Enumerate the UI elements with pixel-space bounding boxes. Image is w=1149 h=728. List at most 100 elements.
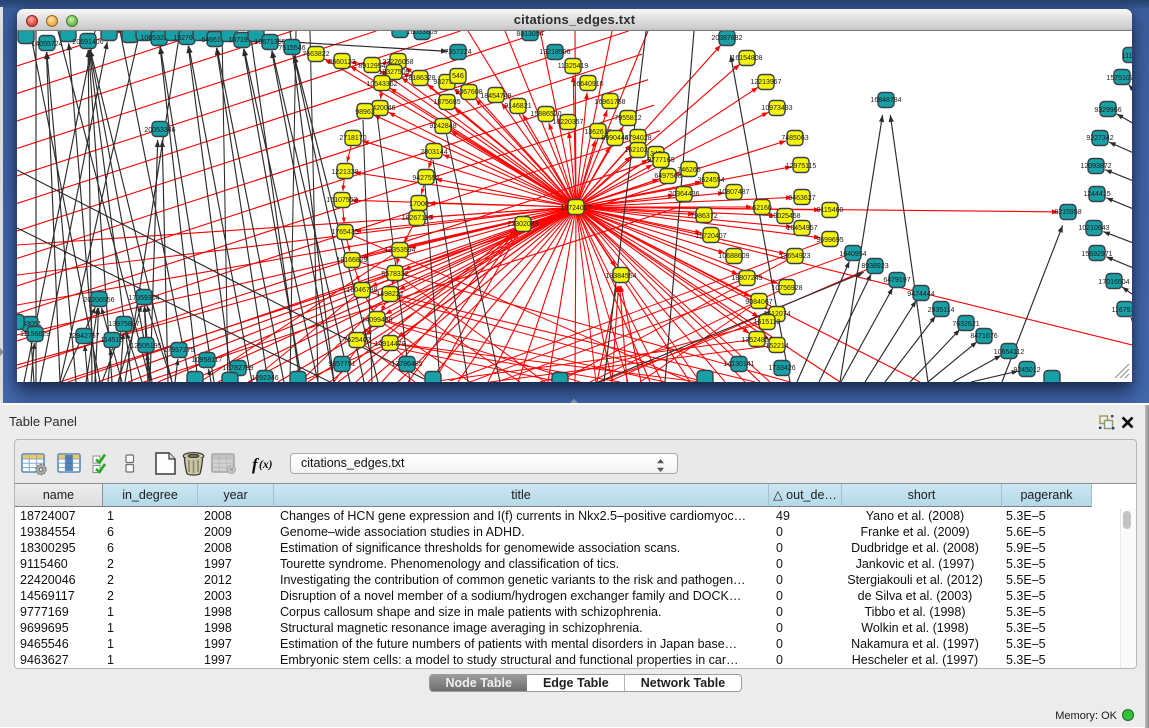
svg-text:9242848: 9242848	[429, 123, 456, 130]
svg-text:1498222: 1498222	[376, 291, 403, 298]
svg-text:1615112: 1615112	[754, 319, 781, 326]
svg-text:16046788: 16046788	[346, 287, 377, 294]
svg-text:7625402: 7625402	[343, 337, 370, 344]
svg-text:6497568: 6497568	[654, 173, 681, 180]
svg-text:16961758: 16961758	[594, 99, 625, 106]
svg-text:9084067: 9084067	[745, 299, 772, 306]
svg-text:11121: 11121	[1122, 53, 1132, 60]
svg-text:1167534: 1167534	[1112, 307, 1132, 314]
svg-text:2935114: 2935114	[928, 307, 955, 314]
svg-text:7663822: 7663822	[302, 51, 329, 58]
svg-text:17006: 17006	[409, 201, 429, 208]
svg-text:18807249: 18807249	[731, 275, 762, 282]
svg-text:12505195: 12505195	[130, 343, 161, 350]
svg-text:10654112: 10654112	[994, 349, 1025, 356]
svg-text:15692971: 15692971	[1081, 251, 1112, 258]
svg-text:16107552: 16107552	[326, 197, 357, 204]
svg-text:7632621: 7632621	[952, 321, 979, 328]
svg-text:8938923: 8938923	[861, 263, 888, 270]
svg-text:13975887: 13975887	[108, 321, 139, 328]
svg-text:14099489: 14099489	[361, 317, 392, 324]
svg-text:1733426: 1733426	[768, 365, 795, 372]
svg-text:2367608: 2367608	[455, 89, 482, 96]
svg-text:10543362: 10543362	[366, 81, 397, 88]
svg-text:1221338: 1221338	[331, 169, 358, 176]
svg-text:8215958: 8215958	[1054, 209, 1081, 216]
svg-text:18220357: 18220357	[552, 119, 583, 126]
svg-text:10958117: 10958117	[192, 357, 223, 364]
svg-text:8471676: 8471676	[970, 333, 997, 340]
svg-text:5578332: 5578332	[381, 271, 408, 278]
svg-text:12975115: 12975115	[786, 163, 817, 170]
svg-text:9146821: 9146821	[504, 103, 531, 110]
svg-text:16640910: 16640910	[572, 81, 603, 88]
svg-text:1875685: 1875685	[433, 99, 460, 106]
svg-text:6794028: 6794028	[624, 135, 651, 142]
svg-text:9227342: 9227342	[1086, 135, 1113, 142]
svg-text:3624554: 3624554	[697, 177, 724, 184]
svg-text:9699695: 9699695	[816, 237, 843, 244]
svg-text:9329966: 9329966	[1094, 107, 1121, 114]
svg-text:12353594: 12353594	[384, 247, 415, 254]
svg-text:1765435: 1765435	[331, 229, 358, 236]
svg-text:9245012: 9245012	[1013, 367, 1040, 374]
svg-text:(x): (x)	[259, 459, 273, 471]
svg-text:9427552: 9427552	[412, 175, 439, 182]
svg-text:16782759: 16782759	[222, 365, 253, 372]
svg-text:18454957: 18454957	[786, 225, 817, 232]
svg-text:7955812: 7955812	[614, 115, 641, 122]
svg-text:19218506: 19218506	[539, 49, 570, 56]
svg-text:19384554: 19384554	[605, 273, 636, 280]
svg-text:1640954: 1640954	[839, 251, 866, 258]
svg-text:10210643: 10210643	[1078, 225, 1109, 232]
svg-text:98963: 98963	[355, 109, 375, 116]
svg-text:546: 546	[452, 73, 464, 80]
svg-text:7357224: 7357224	[444, 49, 471, 56]
svg-text:13654923: 13654923	[779, 253, 810, 260]
svg-text:16848784: 16848784	[870, 97, 901, 104]
svg-text:7485063: 7485063	[781, 135, 808, 142]
svg-text:14055724: 14055724	[31, 41, 62, 48]
svg-text:11156829: 11156829	[20, 331, 50, 338]
svg-text:152214: 152214	[765, 343, 788, 350]
svg-text:17016504: 17016504	[1098, 279, 1129, 286]
svg-text:12093872: 12093872	[1080, 163, 1111, 170]
svg-text:12942757: 12942757	[68, 333, 99, 340]
svg-text:14914479: 14914479	[374, 341, 405, 348]
svg-text:18186328: 18186328	[404, 75, 435, 82]
svg-text:2803144: 2803144	[420, 149, 447, 156]
svg-text:1292346: 1292346	[251, 375, 278, 382]
svg-text:10688609: 10688609	[718, 253, 749, 260]
svg-text:16033809: 16033809	[406, 31, 437, 36]
svg-text:13786485: 13786485	[391, 361, 422, 368]
svg-text:9474444: 9474444	[907, 291, 934, 298]
svg-text:1244415: 1244415	[1083, 191, 1110, 198]
svg-text:62160: 62160	[752, 205, 772, 212]
svg-text:14130141: 14130141	[723, 361, 754, 368]
svg-text:12213967: 12213967	[750, 79, 781, 86]
svg-text:19166829: 19166829	[336, 257, 367, 264]
svg-text:17957275: 17957275	[163, 347, 194, 354]
svg-text:114519: 114519	[101, 337, 124, 344]
svg-text:7986372: 7986372	[690, 213, 717, 220]
svg-text:9777169: 9777169	[647, 157, 674, 164]
svg-text:9115460: 9115460	[817, 207, 844, 214]
svg-text:10973493: 10973493	[761, 105, 792, 112]
svg-text:6479197: 6479197	[883, 277, 910, 284]
svg-text:15751074: 15751074	[1106, 75, 1132, 82]
svg-text:8660123: 8660123	[328, 59, 355, 66]
svg-text:16154808: 16154808	[731, 55, 762, 62]
svg-text:8813054: 8813054	[516, 31, 543, 38]
svg-text:15886520: 15886520	[530, 111, 561, 118]
svg-text:9657791: 9657791	[328, 361, 355, 368]
svg-text:20364436: 20364436	[668, 191, 699, 198]
svg-text:10025458: 10025458	[769, 213, 800, 220]
svg-text:10807487: 10807487	[718, 189, 749, 196]
svg-text:20206556: 20206556	[83, 297, 114, 304]
svg-text:2718170: 2718170	[339, 135, 366, 142]
svg-text:10756928: 10756928	[771, 285, 802, 292]
svg-text:15720407: 15720407	[695, 233, 726, 240]
svg-text:18724007: 18724007	[560, 205, 591, 212]
svg-text:9463627: 9463627	[788, 195, 815, 202]
svg-text:17359304: 17359304	[128, 295, 159, 302]
